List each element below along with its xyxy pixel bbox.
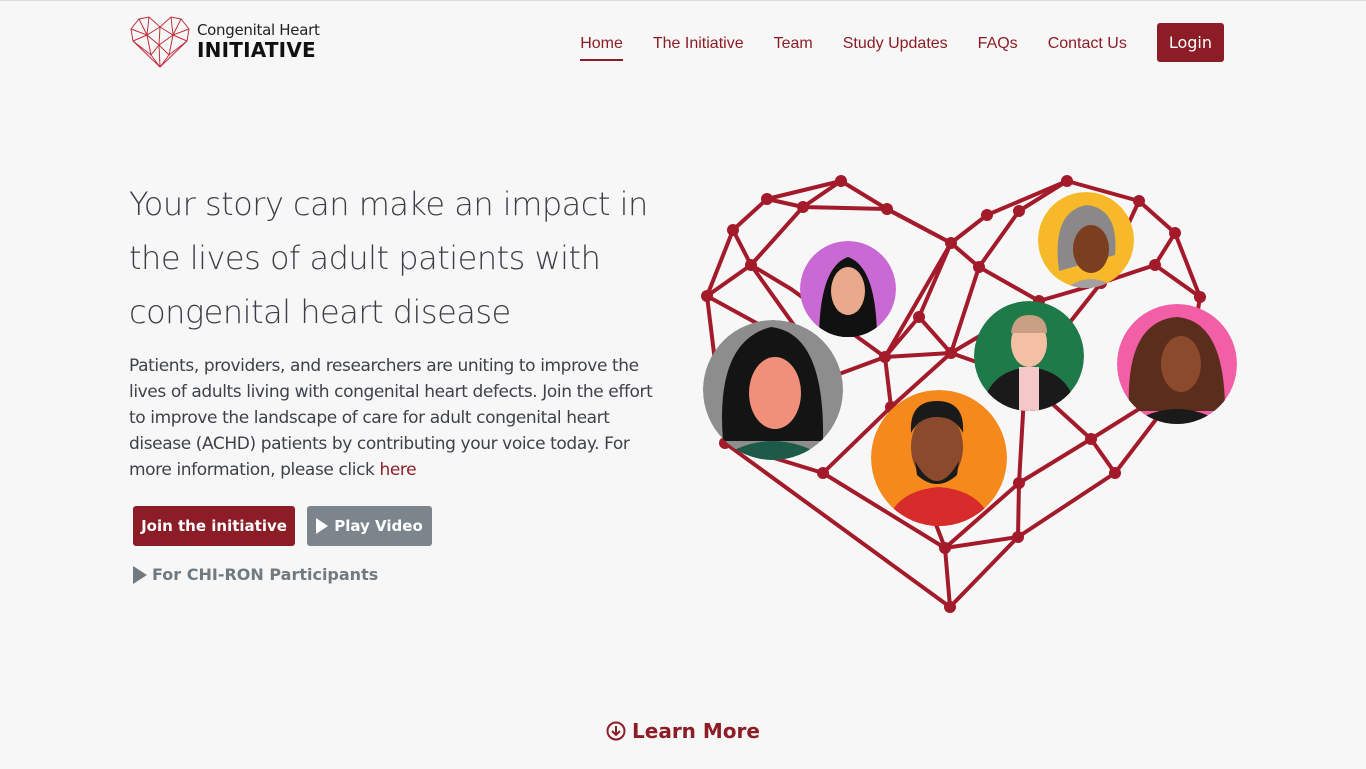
logo-name-top: Congenital Heart — [197, 20, 320, 39]
site-logo[interactable]: Congenital Heart INITIATIVE — [129, 15, 320, 71]
play-icon — [133, 565, 147, 584]
nav-the-initiative[interactable]: The Initiative — [653, 27, 744, 59]
circle-down-arrow-icon — [606, 721, 626, 741]
avatar-purple — [800, 241, 896, 337]
main-nav: Home The Initiative Team Study Updates F… — [550, 23, 1224, 62]
nav-study-updates[interactable]: Study Updates — [843, 27, 948, 59]
play-video-label: Play Video — [334, 517, 423, 535]
nav-home[interactable]: Home — [580, 27, 623, 61]
more-info-link[interactable]: here — [379, 460, 416, 480]
hero-title: Your story can make an impact in the liv… — [129, 185, 648, 331]
heart-network-icon — [130, 16, 190, 68]
avatar-pink — [1117, 304, 1237, 424]
hero-description: Patients, providers, and researchers are… — [129, 353, 669, 483]
chiron-participants-link[interactable]: For CHI-RON Participants — [133, 565, 378, 584]
login-button[interactable]: Login — [1156, 23, 1224, 62]
learn-more-link[interactable]: Learn More — [0, 719, 1366, 743]
nav-team[interactable]: Team — [774, 27, 813, 59]
learn-more-label: Learn More — [632, 719, 760, 743]
chiron-participants-label: For CHI-RON Participants — [152, 565, 379, 584]
play-video-button[interactable]: Play Video — [307, 506, 432, 546]
play-icon — [316, 518, 329, 534]
logo-name-bottom: INITIATIVE — [197, 37, 316, 62]
avatar-green — [974, 301, 1084, 411]
nav-faqs[interactable]: FAQs — [978, 27, 1018, 59]
nav-contact-us[interactable]: Contact Us — [1048, 27, 1127, 59]
join-initiative-button[interactable]: Join the initiative — [133, 506, 295, 546]
avatar-gray — [703, 320, 843, 460]
heart-network-illustration — [701, 175, 1237, 613]
